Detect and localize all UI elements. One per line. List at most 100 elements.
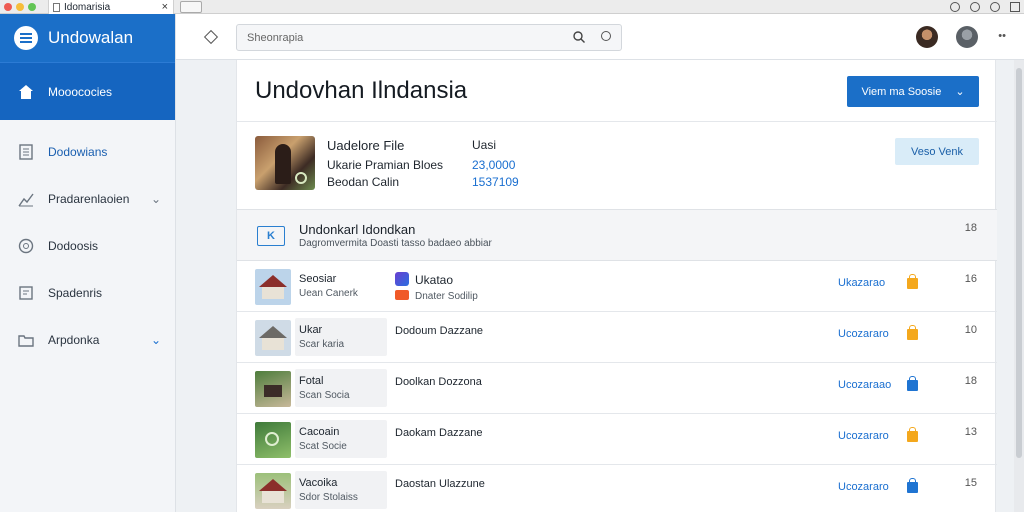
sidebar-item-documents[interactable]: Dodowians [0, 128, 175, 175]
filter-icon[interactable] [601, 31, 611, 41]
sync-icon[interactable] [970, 2, 980, 12]
row-thumbnail [255, 473, 291, 509]
chevron-down-icon: ⌄ [955, 86, 965, 98]
row-title: Seosiar [299, 273, 337, 285]
file-card-value: 1537109 [472, 175, 519, 189]
sidebar-item-globe[interactable]: Dodoosis [0, 222, 175, 269]
people-shape [264, 385, 282, 397]
row-status[interactable]: Ucozararo [838, 328, 889, 340]
top-bar: Sheonrapia •• [176, 14, 1024, 60]
close-window-button[interactable] [4, 2, 12, 11]
sidebar-item-folders[interactable]: Arpdonka ⌄ [0, 316, 175, 363]
badge-icon [295, 172, 307, 184]
row-description: Daokam Dazzane [395, 427, 483, 439]
page-title: Undovhan Ilndansia [255, 77, 468, 104]
roof-shape [259, 275, 287, 287]
table-row[interactable]: Cacoain Scat Socie Daokam Dazzane Ucozar… [237, 414, 997, 465]
row-thumbnail [255, 269, 291, 305]
lock-icon[interactable] [907, 376, 918, 391]
search-input[interactable]: Sheonrapia [236, 24, 622, 51]
search-controls [573, 31, 611, 46]
search-icon[interactable] [573, 31, 585, 46]
brand-logo-icon [14, 26, 38, 50]
row-status[interactable]: Ukazarao [838, 277, 885, 289]
row-subtitle: Sdor Stolaiss [299, 492, 358, 503]
avatar[interactable] [956, 26, 978, 48]
app-icon [395, 272, 409, 286]
tab-title: Idomarisia [64, 1, 111, 13]
table-row[interactable]: Vacoika Sdor Stolaiss Daostan Ulazzune U… [237, 465, 997, 512]
lock-icon[interactable] [907, 325, 918, 340]
file-icon [18, 285, 34, 301]
sidebar-item-label: Dodoosis [48, 238, 99, 253]
file-card-value: 23,0000 [472, 158, 516, 172]
avatar[interactable] [916, 26, 938, 48]
row-count: 16 [964, 273, 977, 285]
row-status[interactable]: Ucozararo [838, 430, 889, 442]
document-icon [53, 2, 60, 12]
row-status[interactable]: Ucozaraao [838, 379, 891, 391]
folder-icon [18, 332, 34, 348]
row-thumbnail [255, 422, 291, 458]
scrollbar[interactable] [1014, 60, 1024, 512]
file-card: Uadelore File Uasi Ukarie Pramian Bloes … [237, 122, 997, 210]
row-description: Ukatao [415, 273, 454, 287]
sidebar-item-reports[interactable]: Pradarenlaoien ⌄ [0, 175, 175, 222]
view-button[interactable]: Viem ma Soosie ⌄ [847, 76, 979, 107]
settings-icon[interactable] [990, 2, 1000, 12]
file-thumbnail[interactable] [255, 136, 315, 190]
more-icon[interactable]: •• [998, 30, 1006, 42]
browser-tab[interactable]: Idomarisia × [48, 0, 174, 14]
sidebar-item-home[interactable]: Mooococies [0, 62, 175, 120]
row-title: Cacoain [299, 426, 340, 438]
sidebar-item-label: Pradarenlaoien [48, 191, 130, 206]
lock-icon[interactable] [907, 427, 918, 442]
row-subtitle: Scat Socie [299, 441, 347, 452]
traffic-lights [4, 2, 36, 11]
person-icon [275, 144, 291, 184]
row-description: Doolkan Dozzona [395, 376, 482, 388]
wall-shape [262, 338, 284, 350]
diamond-icon[interactable] [203, 29, 219, 45]
row-count: 10 [964, 324, 977, 336]
sidebar: Undowalan Mooococies Dodowians Pradarenl… [0, 14, 176, 512]
row-subtitle: Scar karia [299, 339, 345, 350]
window-icon[interactable] [1010, 2, 1020, 12]
brand-header[interactable]: Undowalan [0, 14, 175, 62]
maximize-window-button[interactable] [28, 2, 36, 11]
file-card-label: Beodan Calin [327, 175, 400, 189]
ring-shape [265, 432, 279, 446]
info-icon[interactable] [950, 2, 960, 12]
table-row[interactable]: Fotal Scan Socia Doolkan Dozzona Ucozara… [237, 363, 997, 414]
browser-chrome: Idomarisia × [0, 0, 1024, 14]
section-count: 18 [964, 222, 977, 234]
view-work-button[interactable]: Veso Venk [895, 138, 979, 165]
wall-shape [262, 287, 284, 299]
document-icon [18, 143, 34, 160]
lock-icon[interactable] [907, 478, 918, 493]
row-status[interactable]: Ucozararo [838, 481, 889, 493]
row-count: 18 [964, 375, 977, 387]
row-description-sub: Dnater Sodilip [415, 291, 478, 302]
file-card-label: Ukarie Pramian Bloes [327, 158, 444, 172]
section-title: Undonkarl Idondkan [299, 222, 416, 237]
section-header[interactable]: K Undonkarl Idondkan Dagromvermita Doast… [237, 209, 997, 261]
minimize-window-button[interactable] [16, 2, 24, 11]
tab-close-icon[interactable]: × [162, 1, 168, 13]
table-row[interactable]: Ukar Scar karia Dodoum Dazzane Ucozararo… [237, 312, 997, 363]
row-description: Daostan Ulazzune [395, 478, 485, 490]
scrollbar-thumb[interactable] [1016, 68, 1022, 458]
sidebar-item-files[interactable]: Spadenris [0, 269, 175, 316]
lock-icon[interactable] [907, 274, 918, 289]
file-card-value: Uasi [472, 138, 497, 152]
chevron-down-icon[interactable]: ⌄ [151, 192, 161, 206]
row-subtitle: Uean Canerk [299, 288, 358, 299]
globe-icon [18, 238, 34, 254]
new-tab-button[interactable] [180, 1, 202, 13]
row-count: 15 [964, 477, 977, 489]
row-thumbnail [255, 320, 291, 356]
sidebar-item-label: Arpdonka [48, 332, 100, 347]
table-row[interactable]: Seosiar Uean Canerk Ukatao Dnater Sodili… [237, 261, 997, 312]
chevron-down-icon[interactable]: ⌄ [151, 333, 161, 347]
brand-name: Undowalan [48, 28, 134, 47]
